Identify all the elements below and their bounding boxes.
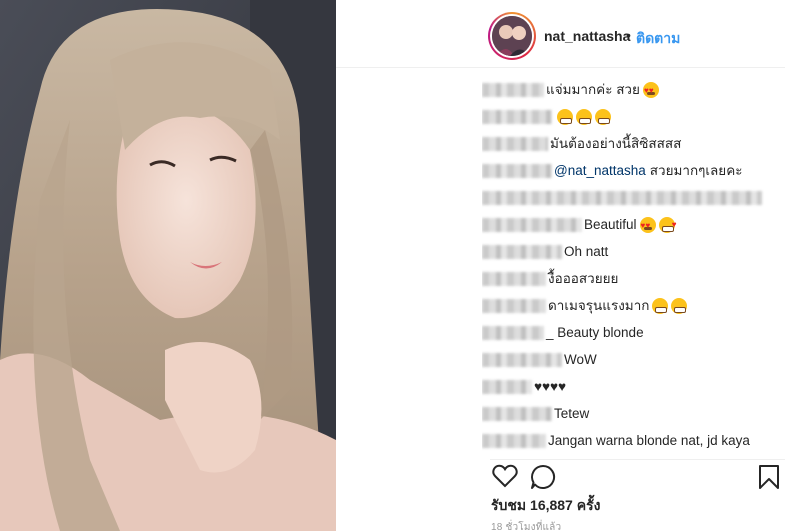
- commenter-name-blurred[interactable]: [482, 352, 562, 367]
- post-photo: [0, 0, 336, 531]
- commenter-name-blurred[interactable]: [482, 244, 562, 259]
- follow-button[interactable]: ติดตาม: [636, 28, 680, 50]
- comment-item: แจ่มมากค่ะ สวย: [482, 76, 772, 103]
- commenter-name-blurred[interactable]: [482, 271, 546, 286]
- comment-text: แจ่มมากค่ะ สวย: [546, 81, 640, 97]
- comment-text: Tetew: [554, 405, 590, 421]
- comment-text: ♥♥♥♥: [534, 378, 567, 394]
- post-timestamp[interactable]: 18 ชั่วโมงที่แล้ว: [491, 520, 561, 531]
- kiss-emoji-icon: [658, 216, 677, 234]
- comment-item: ดาเมจรุนแรงมาก: [482, 292, 772, 319]
- post-details-panel: nat_nattasha • ติดตาม แจ่มมากค่ะ สวย มัน…: [336, 0, 785, 531]
- story-ring[interactable]: [488, 12, 536, 60]
- grimace-emoji-icon: [576, 108, 592, 125]
- comment-text: Beautiful: [584, 216, 637, 232]
- commenter-name-blurred[interactable]: [482, 433, 546, 448]
- comment-text: WoW: [564, 351, 597, 367]
- instagram-post: nat_nattasha • ติดตาม แจ่มมากค่ะ สวย มัน…: [0, 0, 785, 531]
- comment-text: สวยมากๆเลยคะ: [649, 162, 743, 178]
- comment-item: @nat_nattasha สวยมากๆเลยคะ: [482, 157, 772, 184]
- bookmark-icon[interactable]: [758, 464, 780, 495]
- avatar-image: [492, 16, 532, 56]
- view-count[interactable]: รับชม 16,887 ครั้ง: [491, 495, 600, 517]
- commenter-name-blurred[interactable]: [482, 109, 552, 124]
- commenter-name-blurred[interactable]: [482, 325, 544, 340]
- heart-eyes-emoji-icon: [642, 81, 659, 100]
- grimace-emoji-icon: [671, 297, 688, 314]
- grimace-emoji-icon: [595, 108, 611, 125]
- commenter-name-blurred[interactable]: [482, 406, 552, 421]
- mention-link[interactable]: @nat_nattasha: [554, 162, 646, 180]
- comment-text: Jangan warna blonde nat, jd kaya: [548, 432, 750, 448]
- commenter-name-blurred[interactable]: [482, 217, 582, 232]
- commenter-name-blurred[interactable]: [482, 136, 548, 151]
- comment-item: มันต้องอย่างนี้สิซิสสสส: [482, 130, 772, 157]
- commenter-name-blurred[interactable]: [482, 379, 532, 394]
- comment-item: ♥♥♥♥: [482, 373, 772, 400]
- comment-item: Oh natt: [482, 238, 772, 265]
- heart-eyes-emoji-icon: [639, 216, 656, 235]
- comment-text: Oh natt: [564, 243, 609, 259]
- comment-text: ดาเมจรุนแรงมาก: [548, 297, 650, 313]
- comment-item: Jangan warna blonde nat, jd kaya: [482, 427, 772, 452]
- comment-item: งื้อออสวยยย: [482, 265, 772, 292]
- comment-text: มันต้องอย่างนี้สิซิสสสส: [550, 135, 682, 151]
- comment-item: Tetew: [482, 400, 772, 427]
- commenter-name-blurred[interactable]: [482, 190, 762, 205]
- comment-item: [482, 184, 772, 211]
- comment-item: Beautiful: [482, 211, 772, 238]
- grimace-emoji-icon: [652, 297, 669, 314]
- separator-dot: •: [626, 27, 631, 43]
- grimace-emoji-icon: [557, 108, 573, 125]
- comment-bubble-icon[interactable]: [530, 464, 556, 495]
- comment-text: _ Beauty blonde: [546, 324, 644, 340]
- commenter-name-blurred[interactable]: [482, 82, 544, 97]
- comment-text: งื้อออสวยยย: [548, 270, 619, 286]
- comment-item: WoW: [482, 346, 772, 373]
- username-link[interactable]: nat_nattasha: [544, 28, 630, 44]
- post-actions-bar: [490, 459, 785, 491]
- post-header: nat_nattasha • ติดตาม: [336, 0, 785, 68]
- avatar[interactable]: [492, 16, 532, 56]
- comment-item: [482, 103, 772, 130]
- commenter-name-blurred[interactable]: [482, 298, 546, 313]
- comments-list: แจ่มมากค่ะ สวย มันต้องอย่างนี้สิซิสสสส @…: [482, 76, 772, 452]
- comment-item: _ Beauty blonde: [482, 319, 772, 346]
- post-media-video[interactable]: [0, 0, 336, 531]
- heart-outline-icon[interactable]: [492, 464, 518, 493]
- commenter-name-blurred[interactable]: [482, 163, 552, 178]
